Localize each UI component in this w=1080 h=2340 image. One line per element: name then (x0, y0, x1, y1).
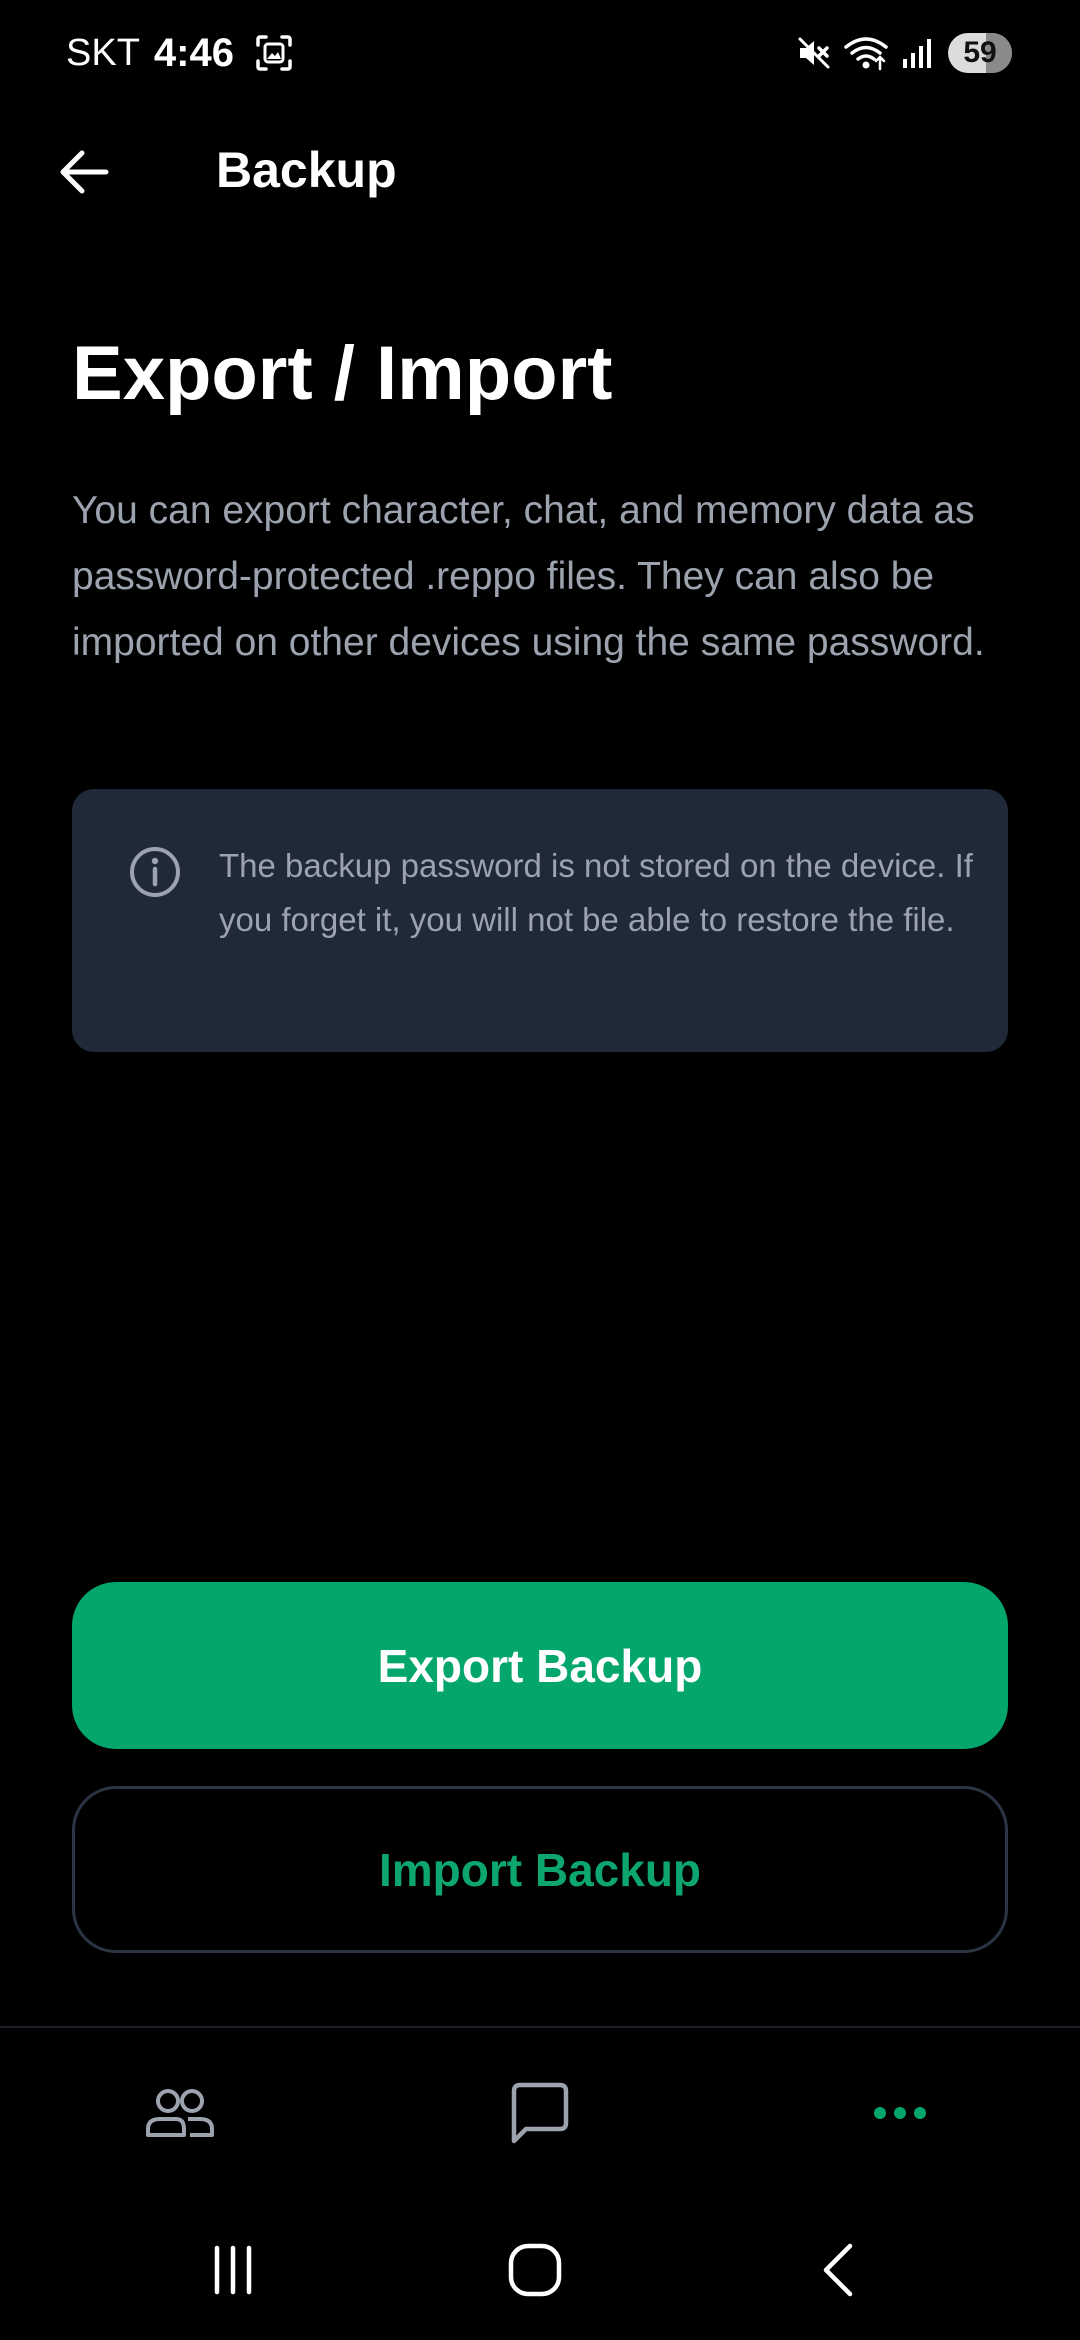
recents-icon (214, 2245, 252, 2295)
app-bar-title: Backup (216, 142, 397, 198)
info-card-text: The backup password is not stored on the… (219, 847, 973, 938)
back-chevron-icon (823, 2243, 853, 2297)
mute-icon (796, 35, 832, 71)
status-time: 4:46 (153, 30, 234, 75)
signal-icon (900, 35, 936, 71)
info-card: The backup password is not stored on the… (72, 789, 1008, 1052)
carrier-label: SKT (66, 31, 140, 74)
page-description: You can export character, chat, and memo… (72, 489, 985, 664)
nav-characters[interactable] (135, 2068, 225, 2158)
home-icon (508, 2243, 562, 2297)
more-dots-icon (874, 2107, 926, 2119)
nav-more[interactable] (855, 2068, 945, 2158)
status-bar: SKT 4:46 59 (0, 0, 1080, 105)
status-right: 59 (796, 30, 1012, 76)
battery-icon: 59 (948, 33, 1012, 73)
system-navigation-bar (0, 2200, 1080, 2340)
status-left: SKT 4:46 (66, 30, 294, 76)
top-app-bar: Backup (0, 110, 1080, 230)
arrow-left-icon (60, 150, 109, 194)
screenshot-icon (254, 33, 294, 73)
info-icon (128, 845, 182, 899)
back-button[interactable] (44, 132, 124, 212)
wifi-icon (844, 35, 888, 71)
chat-bubble-icon (511, 2082, 569, 2144)
home-button[interactable] (490, 2230, 580, 2310)
page-title: Export / Import (72, 331, 613, 416)
bottom-navigation (0, 2026, 1080, 2198)
export-backup-button[interactable]: Export Backup (72, 1582, 1008, 1749)
people-icon (146, 2089, 214, 2137)
import-backup-button[interactable]: Import Backup (72, 1786, 1008, 1953)
system-back-button[interactable] (793, 2230, 883, 2310)
recents-button[interactable] (188, 2230, 278, 2310)
nav-chat[interactable] (495, 2068, 585, 2158)
battery-level: 59 (963, 36, 997, 69)
